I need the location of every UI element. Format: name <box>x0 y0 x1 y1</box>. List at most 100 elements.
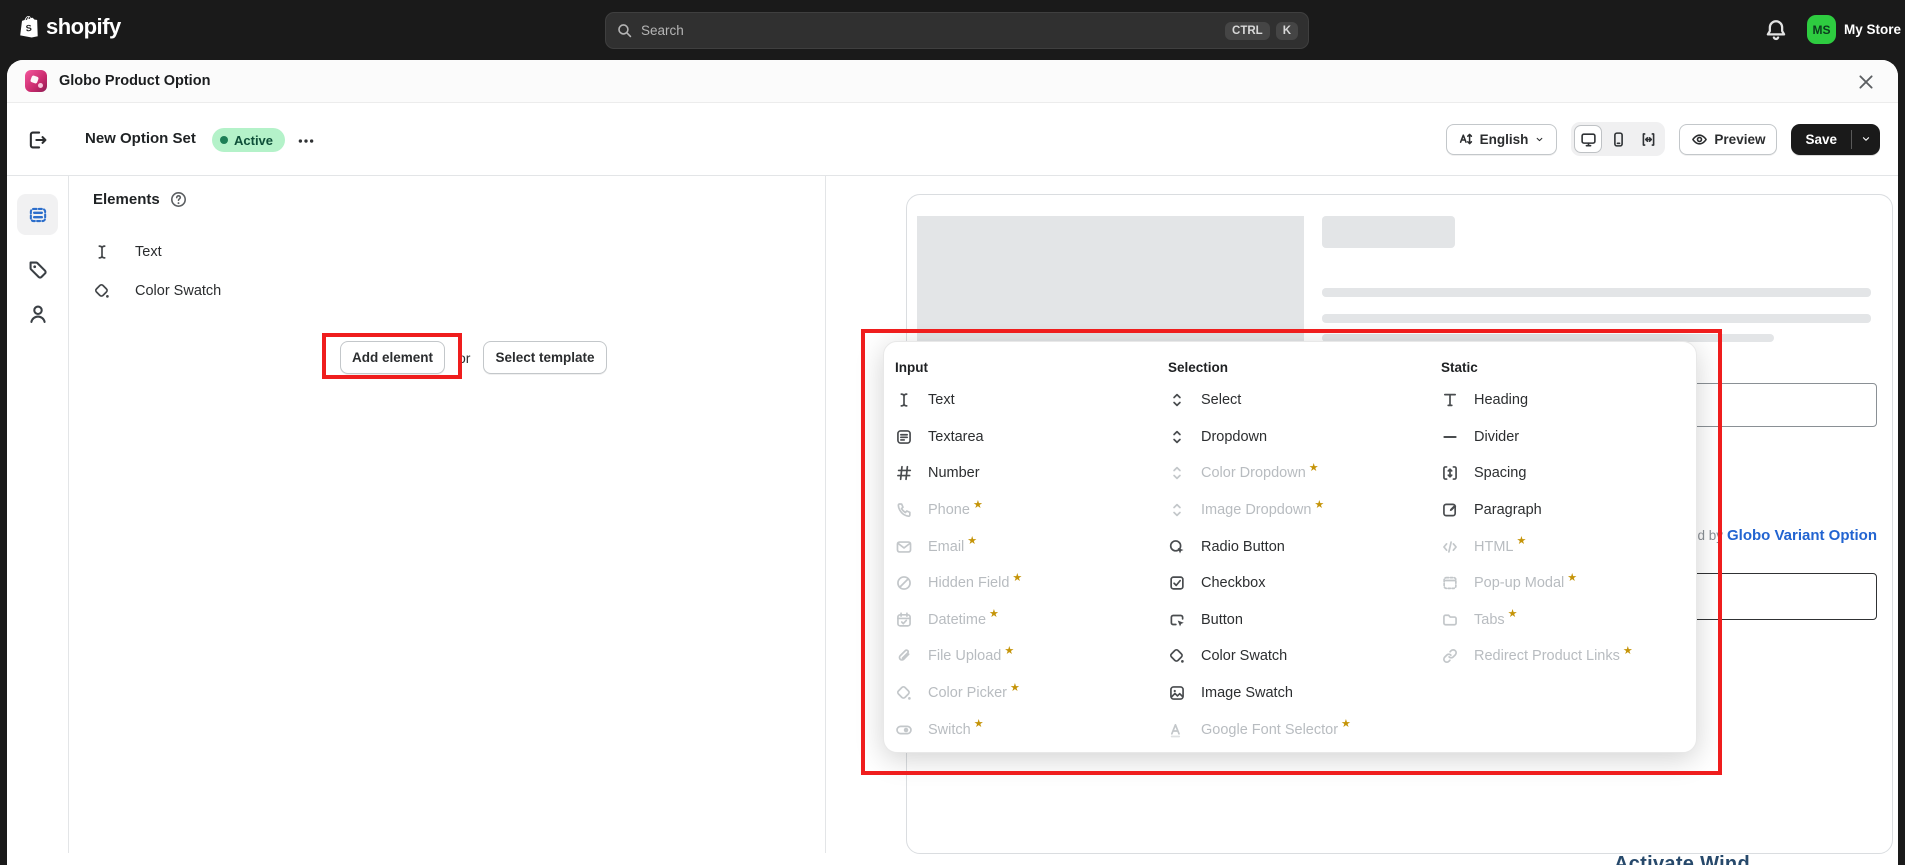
popup-item-label: Color Dropdown <box>1201 465 1306 481</box>
text-line-skeleton <box>1322 288 1871 297</box>
form-elements-icon <box>27 204 49 226</box>
textarea-icon <box>895 428 913 446</box>
popup-item-divider[interactable]: Divider <box>1441 419 1687 456</box>
popup-item-label: Radio Button <box>1201 539 1285 555</box>
paragraph-icon <box>1441 501 1459 519</box>
phone-icon <box>895 501 913 519</box>
popup-item-label: Dropdown <box>1201 429 1267 445</box>
search-input[interactable] <box>641 23 1219 38</box>
preview-button[interactable]: Preview <box>1679 124 1777 155</box>
premium-star-icon: ★ <box>974 717 984 730</box>
globo-app-icon <box>25 70 47 92</box>
popup-item-text[interactable]: Text <box>895 382 1168 419</box>
translate-icon <box>1458 131 1474 147</box>
popup-item-image-swatch[interactable]: Image Swatch <box>1168 675 1441 712</box>
element-picker-popup: InputTextTextareaNumberPhone★Email★Hidde… <box>883 341 1697 753</box>
popup-item-number[interactable]: Number <box>895 455 1168 492</box>
swatch-icon <box>93 282 111 300</box>
select-template-button[interactable]: Select template <box>483 341 606 374</box>
premium-star-icon: ★ <box>1309 461 1319 474</box>
elements-list: Text Color Swatch <box>69 232 825 310</box>
expand-width-icon <box>1640 131 1657 148</box>
nav-elements-tab[interactable] <box>17 194 58 235</box>
popup-item-spacing[interactable]: Spacing <box>1441 455 1687 492</box>
exit-editor-icon[interactable] <box>27 129 49 151</box>
notifications-bell-icon[interactable] <box>1764 18 1788 42</box>
eye-icon <box>1691 131 1708 148</box>
popup-item-html: HTML★ <box>1441 528 1687 565</box>
more-actions-button[interactable] <box>291 131 321 151</box>
popup-item-select[interactable]: Select <box>1168 382 1441 419</box>
swatch-icon <box>1168 647 1186 665</box>
help-icon[interactable] <box>170 191 187 208</box>
save-dropdown-button[interactable] <box>1852 124 1880 155</box>
premium-star-icon: ★ <box>1010 681 1020 694</box>
updown-icon <box>1168 501 1186 519</box>
popup-column-title: Selection <box>1168 357 1441 379</box>
popup-item-label: Spacing <box>1474 465 1526 481</box>
device-preview-toggle <box>1571 122 1665 156</box>
premium-star-icon: ★ <box>1012 571 1022 584</box>
app-title: Globo Product Option <box>59 73 210 89</box>
account-menu[interactable]: MS My Store <box>1807 15 1901 44</box>
heading-icon <box>1441 391 1459 409</box>
element-label: Text <box>135 244 162 260</box>
editor-nav-rail <box>7 176 69 853</box>
save-button[interactable]: Save <box>1791 124 1851 155</box>
datetime-icon <box>895 611 913 629</box>
add-element-button[interactable]: Add element <box>340 341 445 374</box>
popup-item-color-swatch[interactable]: Color Swatch <box>1168 638 1441 675</box>
popup-item-color-picker: Color Picker★ <box>895 675 1168 712</box>
hidden-icon <box>895 574 913 592</box>
chevron-down-icon <box>1860 133 1872 145</box>
clip-icon <box>895 647 913 665</box>
popup-item-label: Checkbox <box>1201 575 1265 591</box>
premium-star-icon: ★ <box>1516 534 1526 547</box>
premium-star-icon: ★ <box>973 498 983 511</box>
full-width-view-button[interactable] <box>1634 125 1662 153</box>
link-icon <box>1441 647 1459 665</box>
close-icon[interactable] <box>1856 72 1876 92</box>
text-line-skeleton <box>1322 314 1871 323</box>
tag-icon[interactable] <box>27 259 49 281</box>
popup-item-email: Email★ <box>895 528 1168 565</box>
popup-item-dropdown[interactable]: Dropdown <box>1168 419 1441 456</box>
element-label: Color Swatch <box>135 283 221 299</box>
global-search[interactable]: CTRL K <box>605 12 1309 49</box>
popup-item-paragraph[interactable]: Paragraph <box>1441 492 1687 529</box>
popup-item-button[interactable]: Button <box>1168 602 1441 639</box>
popup-item-label: Button <box>1201 612 1243 628</box>
status-badge: Active <box>212 128 285 152</box>
popup-item-redirect-product-links: Redirect Product Links★ <box>1441 638 1687 675</box>
element-row-color-swatch[interactable]: Color Swatch <box>69 271 825 310</box>
option-set-title: New Option Set <box>85 130 196 147</box>
shortcut-ctrl-key: CTRL <box>1225 22 1270 40</box>
premium-star-icon: ★ <box>989 607 999 620</box>
toolbar-right-controls: English Preview <box>1446 103 1880 175</box>
popup-item-textarea[interactable]: Textarea <box>895 419 1168 456</box>
mobile-view-button[interactable] <box>1604 125 1632 153</box>
popup-item-checkbox[interactable]: Checkbox <box>1168 565 1441 602</box>
premium-star-icon: ★ <box>1314 498 1324 511</box>
desktop-view-button[interactable] <box>1574 125 1602 153</box>
swatch-icon <box>895 684 913 702</box>
customer-icon[interactable] <box>27 303 49 325</box>
chevron-down-icon <box>1534 134 1545 145</box>
status-dot <box>220 136 228 144</box>
title-skeleton <box>1322 216 1455 248</box>
premium-star-icon: ★ <box>1004 644 1014 657</box>
premium-star-icon: ★ <box>1567 571 1577 584</box>
popup-item-radio-button[interactable]: Radio Button <box>1168 528 1441 565</box>
popup-item-label: Number <box>928 465 980 481</box>
globo-variant-option-link[interactable]: Globo Variant Option <box>1727 527 1877 544</box>
mail-icon <box>895 538 913 556</box>
btncursor-icon <box>1168 611 1186 629</box>
monitor-icon <box>1580 131 1597 148</box>
popup-item-hidden-field: Hidden Field★ <box>895 565 1168 602</box>
radio-icon <box>1168 538 1186 556</box>
popup-item-heading[interactable]: Heading <box>1441 382 1687 419</box>
language-selector-button[interactable]: English <box>1446 124 1558 155</box>
element-row-text[interactable]: Text <box>69 232 825 271</box>
popup-item-label: Image Dropdown <box>1201 502 1311 518</box>
elements-heading: Elements <box>93 191 160 208</box>
